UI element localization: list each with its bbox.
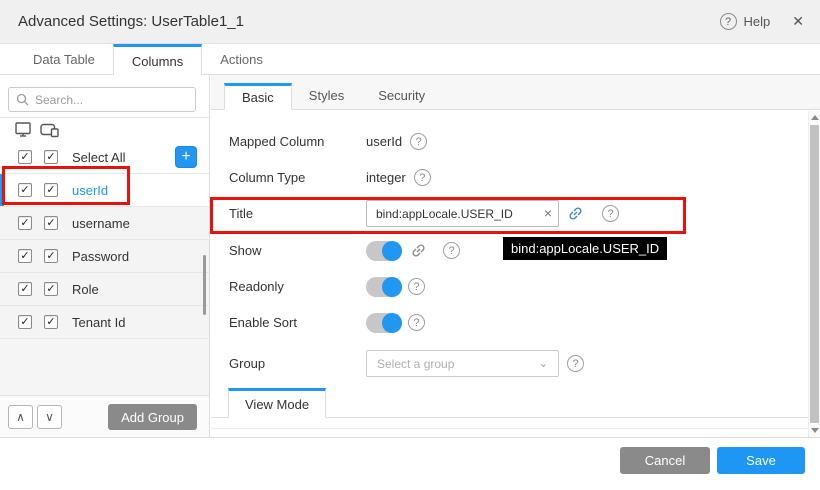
search-icon: [16, 93, 29, 106]
checkbox-desktop[interactable]: ✓: [44, 249, 58, 263]
sidebar-bottombar: ∧ ∨ Add Group: [0, 395, 209, 437]
checkbox-mobile[interactable]: ✓: [18, 315, 32, 329]
group-select-placeholder: Select a group: [377, 357, 454, 371]
bind-link-icon[interactable]: [410, 242, 427, 259]
checkbox-mobile[interactable]: ✓: [18, 183, 32, 197]
list-item-userid[interactable]: ✓ ✓ userId: [0, 174, 209, 207]
checkbox-desktop[interactable]: ✓: [44, 282, 58, 296]
mapped-column-value: userId: [366, 134, 402, 149]
field-column-type: Column Type integer ?: [229, 164, 431, 191]
advanced-settings-dialog: Advanced Settings: UserTable1_1 ? Help ✕…: [0, 0, 820, 490]
bind-tooltip: bind:appLocale.USER_ID: [503, 237, 667, 260]
field-label: Enable Sort: [229, 315, 366, 330]
list-item-select-all[interactable]: ✓ ✓ Select All +: [0, 141, 209, 174]
tab-basic[interactable]: Basic: [224, 83, 292, 110]
move-down-button[interactable]: ∨: [37, 405, 62, 429]
tab-columns[interactable]: Columns: [113, 44, 202, 75]
question-icon[interactable]: ?: [408, 278, 425, 295]
cancel-button[interactable]: Cancel: [620, 447, 710, 474]
checkbox-desktop[interactable]: ✓: [44, 150, 58, 164]
move-up-button[interactable]: ∧: [8, 405, 33, 429]
field-label: Show: [229, 243, 366, 258]
panel-scrollbar[interactable]: [808, 111, 820, 437]
scroll-down-icon[interactable]: [811, 428, 819, 433]
chevron-down-icon: ⌄: [539, 357, 548, 370]
field-readonly: Readonly ?: [229, 273, 425, 300]
clear-icon[interactable]: ×: [544, 205, 552, 221]
dialog-header: Advanced Settings: UserTable1_1 ? Help ✕: [0, 0, 820, 44]
tab-view-mode[interactable]: View Mode: [228, 388, 326, 418]
close-icon[interactable]: ✕: [792, 13, 804, 30]
bind-link-icon[interactable]: [567, 205, 584, 222]
dialog-footer: Cancel Save: [0, 437, 820, 490]
field-label: Column Type: [229, 170, 366, 185]
list-item-label: Tenant Id: [72, 315, 126, 330]
scrollbar-thumb[interactable]: [810, 125, 819, 423]
divider: [211, 428, 808, 429]
list-item-tenant-id[interactable]: ✓ ✓ Tenant Id: [0, 306, 209, 339]
checkbox-mobile[interactable]: ✓: [18, 216, 32, 230]
checkbox-desktop[interactable]: ✓: [44, 315, 58, 329]
question-icon[interactable]: ?: [408, 314, 425, 331]
list-item-label: Select All: [72, 150, 125, 165]
checkbox-mobile[interactable]: ✓: [18, 282, 32, 296]
help-link[interactable]: Help: [744, 14, 771, 29]
group-select[interactable]: Select a group ⌄: [366, 350, 559, 377]
list-item-label: Role: [72, 282, 99, 297]
field-show: Show ?: [229, 237, 460, 264]
checkbox-mobile[interactable]: ✓: [18, 249, 32, 263]
question-icon[interactable]: ?: [443, 242, 460, 259]
view-mode-tabbar: View Mode: [211, 388, 808, 418]
scroll-up-icon[interactable]: [811, 115, 819, 120]
list-item-role[interactable]: ✓ ✓ Role: [0, 273, 209, 306]
field-group: Group Select a group ⌄ ?: [229, 350, 584, 377]
show-toggle[interactable]: [366, 241, 402, 261]
checkbox-desktop[interactable]: ✓: [44, 183, 58, 197]
main-tabbar: Data Table Columns Actions: [0, 44, 820, 75]
help-icon[interactable]: ?: [720, 13, 737, 30]
question-icon[interactable]: ?: [410, 133, 427, 150]
question-icon[interactable]: ?: [567, 355, 584, 372]
tab-actions[interactable]: Actions: [202, 44, 281, 74]
tab-styles[interactable]: Styles: [292, 82, 361, 109]
field-label: Title: [229, 206, 366, 221]
mobile-tablet-icon[interactable]: [40, 121, 60, 138]
list-item-username[interactable]: ✓ ✓ username: [0, 207, 209, 240]
add-column-button[interactable]: +: [175, 146, 197, 168]
list-item-label: userId: [72, 183, 108, 198]
tab-security[interactable]: Security: [361, 82, 442, 109]
search-input[interactable]: [8, 87, 196, 112]
save-button[interactable]: Save: [717, 447, 805, 474]
list-item-label: username: [72, 216, 130, 231]
desktop-icon[interactable]: [14, 121, 32, 138]
column-type-value: integer: [366, 170, 406, 185]
sidebar-scrollbar[interactable]: [203, 255, 206, 315]
add-group-button[interactable]: Add Group: [108, 404, 197, 430]
dialog-title: Advanced Settings: UserTable1_1: [18, 13, 244, 30]
column-list: ✓ ✓ Select All + ✓ ✓ userId ✓ ✓ username…: [0, 141, 209, 339]
field-label: Group: [229, 356, 366, 371]
enable-sort-toggle[interactable]: [366, 313, 402, 333]
checkbox-mobile[interactable]: ✓: [18, 150, 32, 164]
property-tabbar: Basic Styles Security: [211, 75, 820, 110]
readonly-toggle[interactable]: [366, 277, 402, 297]
field-label: Mapped Column: [229, 134, 366, 149]
field-enable-sort: Enable Sort ?: [229, 309, 425, 336]
columns-sidebar: ✓ ✓ Select All + ✓ ✓ userId ✓ ✓ username…: [0, 75, 210, 437]
question-icon[interactable]: ?: [602, 205, 619, 222]
field-mapped-column: Mapped Column userId ?: [229, 128, 427, 155]
checkbox-desktop[interactable]: ✓: [44, 216, 58, 230]
list-item-label: Password: [72, 249, 129, 264]
sidebar-empty-area: [0, 339, 209, 395]
list-item-password[interactable]: ✓ ✓ Password: [0, 240, 209, 273]
divider: [0, 117, 209, 118]
field-title: Title × ?: [229, 200, 619, 227]
title-input[interactable]: [366, 200, 559, 227]
tab-data-table[interactable]: Data Table: [15, 44, 113, 74]
question-icon[interactable]: ?: [414, 169, 431, 186]
field-label: Readonly: [229, 279, 366, 294]
